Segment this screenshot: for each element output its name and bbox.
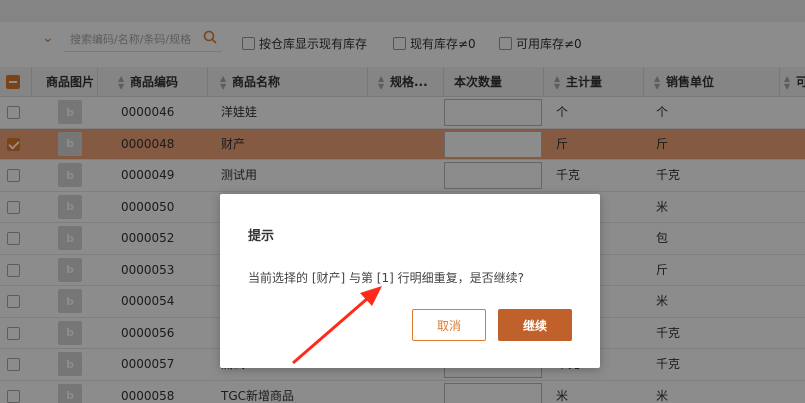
confirm-dialog: 提示 当前选择的 [财产] 与第 [1] 行明细重复，是否继续? 取消 继续	[220, 194, 600, 368]
dialog-title: 提示	[248, 229, 275, 244]
cancel-button[interactable]: 取消	[412, 309, 486, 341]
dialog-message: 当前选择的 [财产] 与第 [1] 行明细重复，是否继续?	[248, 271, 524, 285]
continue-button[interactable]: 继续	[498, 309, 572, 341]
